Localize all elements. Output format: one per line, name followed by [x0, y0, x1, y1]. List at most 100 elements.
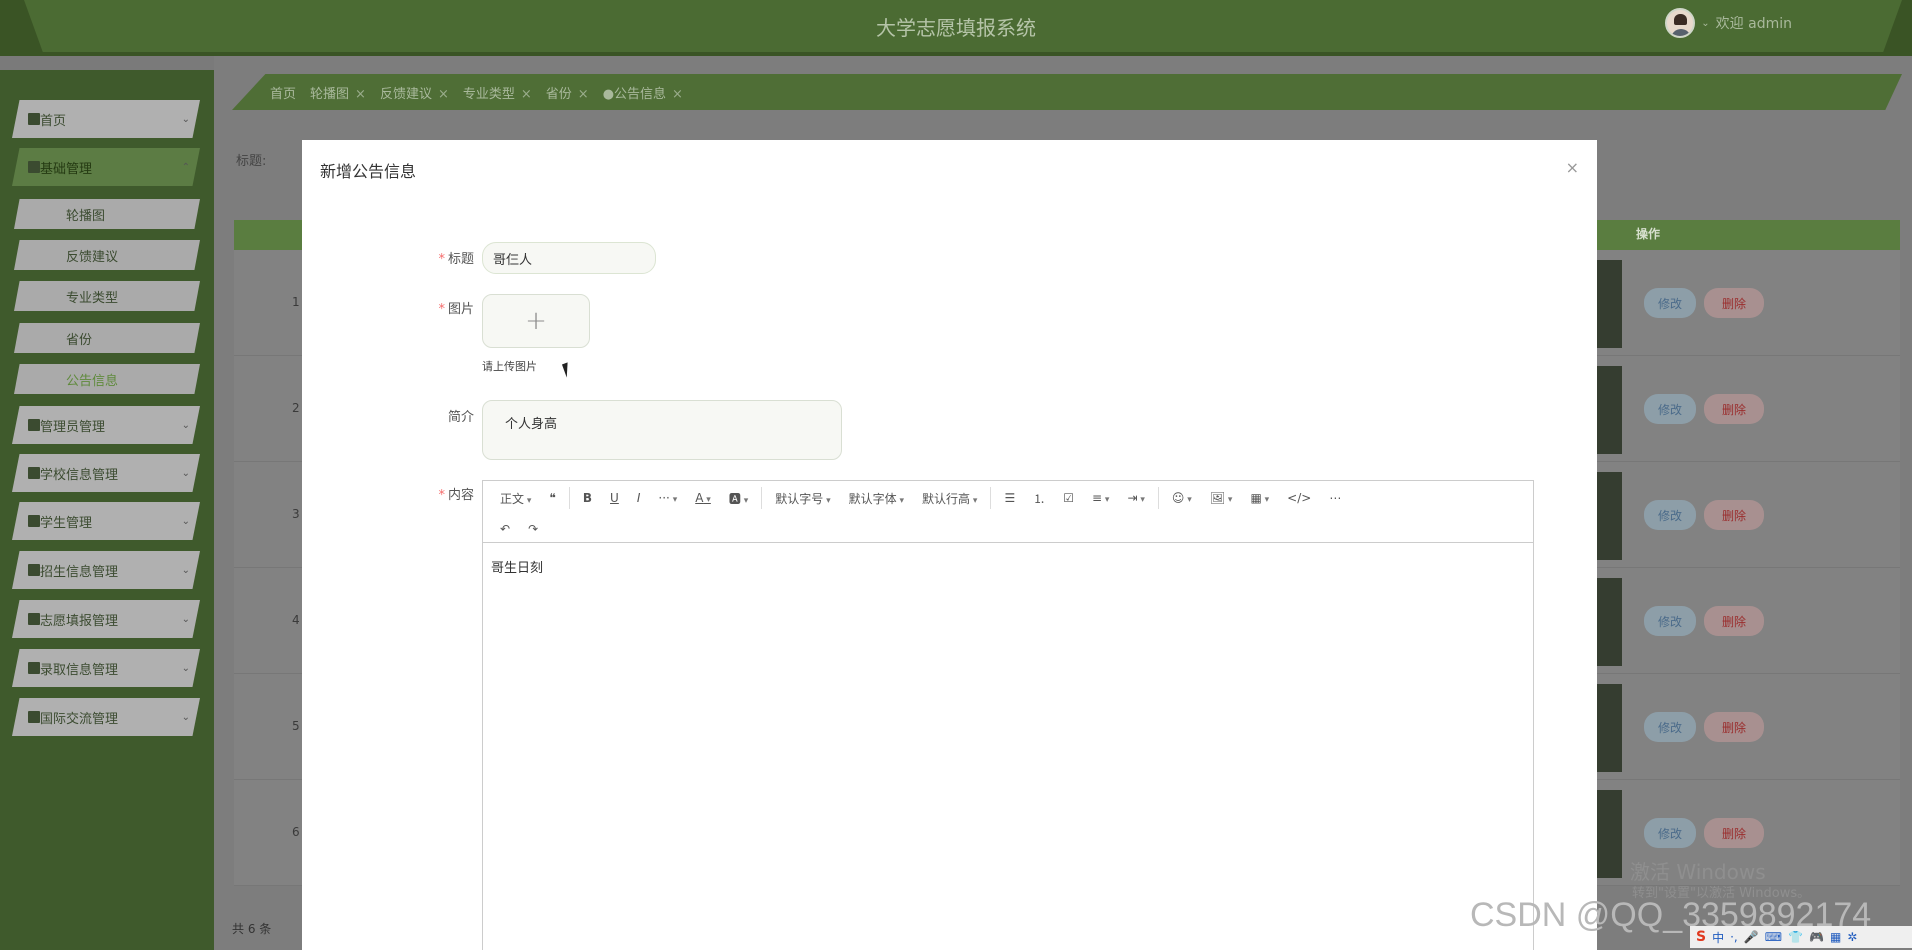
- row-thumbnail: [1596, 684, 1622, 772]
- tab-label: ●公告信息: [602, 86, 667, 102]
- close-icon[interactable]: ×: [578, 87, 589, 102]
- close-icon[interactable]: ×: [521, 87, 532, 102]
- student-icon: [28, 515, 40, 527]
- edit-button[interactable]: 修改: [1644, 288, 1696, 318]
- delete-button[interactable]: 删除: [1704, 288, 1764, 318]
- row-number: 1: [292, 295, 300, 309]
- row-number: 6: [292, 825, 300, 839]
- chevron-down-icon: ⌄: [181, 516, 190, 527]
- sidebar-item-admin[interactable]: 管理员管理 ⌄: [12, 406, 200, 444]
- todo-icon[interactable]: ☑: [1054, 491, 1083, 505]
- row-number: 5: [292, 719, 300, 733]
- delete-button[interactable]: 删除: [1704, 712, 1764, 742]
- font-family-dropdown[interactable]: 默认字体: [840, 490, 913, 507]
- line-height-dropdown[interactable]: 默认行高: [913, 490, 986, 507]
- chevron-up-icon: ⌃: [181, 162, 190, 173]
- delete-button[interactable]: 删除: [1704, 606, 1764, 636]
- sidebar-item-enrollment[interactable]: 招生信息管理 ⌄: [12, 551, 200, 589]
- sidebar-item-admission[interactable]: 录取信息管理 ⌄: [12, 649, 200, 687]
- sub-item-label: 专业类型: [66, 290, 119, 306]
- sidebar-item-student[interactable]: 学生管理 ⌄: [12, 502, 200, 540]
- settings-icon[interactable]: ✲: [1847, 930, 1857, 944]
- quote-icon[interactable]: ❝: [540, 491, 564, 505]
- punctuation-icon[interactable]: ·,: [1730, 930, 1738, 944]
- tab-notice[interactable]: ●公告信息 ×: [603, 83, 683, 102]
- editor-content[interactable]: 哥生日刻: [483, 543, 1533, 590]
- image-upload-button[interactable]: +: [482, 294, 590, 348]
- sidebar-item-label: 招生信息管理: [40, 564, 119, 580]
- tab-home[interactable]: 首页: [270, 83, 296, 102]
- more-formats-icon[interactable]: ···: [649, 491, 686, 505]
- redo-icon[interactable]: ↷: [519, 522, 547, 536]
- row-number: 2: [292, 401, 300, 415]
- close-icon[interactable]: ×: [1566, 158, 1579, 177]
- sogou-icon[interactable]: S: [1696, 929, 1706, 945]
- sidebar-item-home[interactable]: 首页 ⌄: [12, 100, 200, 138]
- sidebar-item-school[interactable]: 学校信息管理 ⌄: [12, 454, 200, 492]
- align-icon[interactable]: ≡: [1083, 491, 1118, 505]
- code-icon[interactable]: </>: [1278, 491, 1320, 505]
- sidebar-sub-province[interactable]: 省份: [14, 323, 200, 353]
- filter-title-label: 标题:: [236, 154, 267, 169]
- numbered-list-icon[interactable]: ⒈: [1024, 490, 1054, 507]
- sidebar-item-label: 志愿填报管理: [40, 613, 119, 629]
- underline-icon[interactable]: U: [601, 491, 628, 505]
- edit-button[interactable]: 修改: [1644, 606, 1696, 636]
- edit-button[interactable]: 修改: [1644, 394, 1696, 424]
- dialog-title: 新增公告信息: [320, 162, 417, 181]
- sidebar-item-label: 学生管理: [40, 515, 93, 531]
- edit-button[interactable]: 修改: [1644, 818, 1696, 848]
- sidebar-sub-feedback[interactable]: 反馈建议: [14, 240, 200, 270]
- avatar[interactable]: [1665, 8, 1696, 38]
- font-color-icon[interactable]: A: [686, 491, 720, 505]
- toolbar-divider: [1157, 487, 1159, 509]
- home-icon: [28, 113, 40, 125]
- sub-item-label: 轮播图: [66, 208, 106, 224]
- row-thumbnail: [1596, 790, 1622, 878]
- app-title: 大学志愿填报系统: [876, 16, 1036, 40]
- pagination-total: 共 6 条: [232, 922, 272, 936]
- tab-feedback[interactable]: 反馈建议 ×: [380, 83, 449, 102]
- grid-icon[interactable]: ▦: [1830, 930, 1841, 944]
- font-size-dropdown[interactable]: 默认字号: [766, 490, 839, 507]
- toolbar-divider: [990, 487, 992, 509]
- tab-province[interactable]: 省份 ×: [546, 83, 589, 102]
- delete-button[interactable]: 删除: [1704, 818, 1764, 848]
- intro-textarea[interactable]: 个人身高: [482, 400, 842, 460]
- bulleted-list-icon[interactable]: ☰: [995, 491, 1024, 505]
- game-icon[interactable]: 🎮: [1809, 930, 1824, 944]
- sidebar-sub-carousel[interactable]: 轮播图: [14, 199, 200, 229]
- ime-mode-label[interactable]: 中: [1712, 929, 1724, 946]
- skin-icon[interactable]: 👕: [1788, 930, 1803, 944]
- microphone-icon[interactable]: 🎤: [1744, 930, 1759, 944]
- toolbar-divider: [761, 487, 763, 509]
- keyboard-icon[interactable]: ⌨: [1765, 930, 1782, 944]
- close-icon[interactable]: ×: [438, 87, 449, 102]
- tab-label: 反馈建议: [379, 86, 432, 102]
- delete-button[interactable]: 删除: [1704, 500, 1764, 530]
- image-icon[interactable]: 🖼: [1201, 491, 1242, 505]
- sidebar-item-basic[interactable]: 基础管理 ⌃: [12, 148, 200, 186]
- edit-button[interactable]: 修改: [1644, 500, 1696, 530]
- close-icon[interactable]: ×: [672, 87, 683, 102]
- divider-line-icon[interactable]: ⋯: [1320, 491, 1350, 505]
- sidebar-sub-notice[interactable]: 公告信息: [14, 364, 200, 394]
- italic-icon[interactable]: I: [628, 491, 650, 505]
- sidebar-sub-major-type[interactable]: 专业类型: [14, 281, 200, 311]
- close-icon[interactable]: ×: [355, 87, 366, 102]
- indent-icon[interactable]: ⇥: [1118, 491, 1153, 505]
- undo-icon[interactable]: ↶: [491, 522, 519, 536]
- paragraph-style-dropdown[interactable]: 正文: [491, 490, 540, 507]
- sidebar-item-application[interactable]: 志愿填报管理 ⌄: [12, 600, 200, 638]
- delete-button[interactable]: 删除: [1704, 394, 1764, 424]
- user-menu[interactable]: ⌄ 欢迎 admin: [1665, 8, 1792, 38]
- edit-button[interactable]: 修改: [1644, 712, 1696, 742]
- title-input[interactable]: 哥仨人: [482, 242, 656, 274]
- tab-carousel[interactable]: 轮播图 ×: [310, 83, 366, 102]
- tab-major-type[interactable]: 专业类型 ×: [463, 83, 532, 102]
- table-icon[interactable]: ▦: [1241, 491, 1278, 505]
- background-color-icon[interactable]: 🅰: [720, 490, 757, 507]
- sidebar-item-exchange[interactable]: 国际交流管理 ⌄: [12, 698, 200, 736]
- emoji-icon[interactable]: ☺: [1163, 491, 1201, 505]
- bold-icon[interactable]: B: [574, 491, 601, 505]
